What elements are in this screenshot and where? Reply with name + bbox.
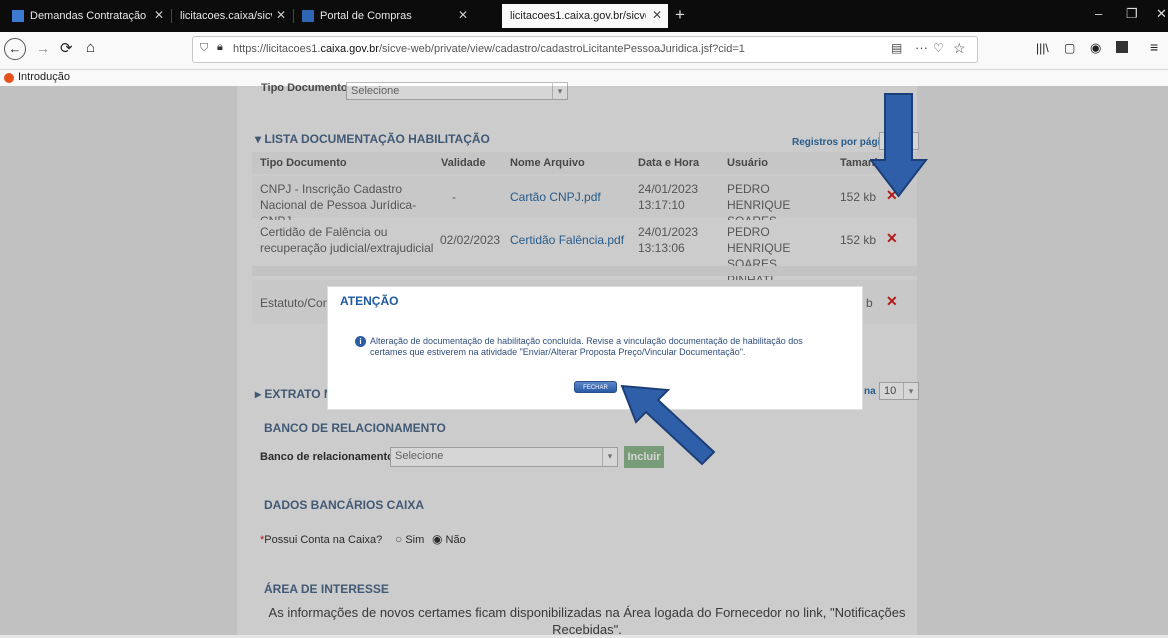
tab-demandas[interactable]: Demandas Contratação ✕ — [4, 4, 170, 28]
dialog-message: Alteração de documentação de habilitação… — [370, 336, 803, 357]
dialog-title: ATENÇÃO — [340, 294, 399, 308]
tab-bar: Demandas Contratação ✕ licitacoes.caixa/… — [0, 0, 1168, 32]
account-icon[interactable]: ◉ — [1090, 40, 1101, 56]
shield-icon[interactable]: ⛉ — [200, 42, 208, 55]
sidebar-icon[interactable]: ▢ — [1064, 41, 1075, 55]
extension-icon[interactable] — [1116, 41, 1128, 53]
page-icon — [302, 10, 314, 22]
url-bar[interactable]: ⛉ 🔒︎ https://licitacoes1.caixa.gov.br/si… — [192, 36, 978, 63]
tab-title: Demandas Contratação — [30, 10, 147, 22]
lock-icon[interactable]: 🔒︎ — [217, 41, 223, 54]
tab-licitacoes1-active[interactable]: licitacoes1.caixa.gov.br/sicve-web/ ✕ — [502, 4, 668, 28]
tab-title: licitacoes1.caixa.gov.br/sicve-web/ — [510, 10, 646, 22]
new-tab-button[interactable]: + — [675, 5, 685, 25]
firefox-icon — [4, 73, 14, 83]
navigation-bar: ← → ⟳ ⌂ ⛉ 🔒︎ https://licitacoes1.caixa.g… — [0, 32, 1168, 70]
tab-title: licitacoes.caixa/sicve-web/private/ — [180, 10, 272, 22]
attention-dialog: ATENÇÃO i Alteração de documentação de h… — [327, 286, 863, 410]
minimize-button[interactable]: – — [1095, 6, 1102, 21]
restore-button[interactable]: ❐ — [1126, 6, 1138, 22]
pocket-icon[interactable]: ♡ — [933, 41, 944, 55]
annotation-arrow-diagonal — [620, 384, 716, 466]
close-tab-icon[interactable]: ✕ — [652, 8, 662, 22]
bookmarks-bar: Introdução — [0, 70, 1168, 86]
tab-title: Portal de Compras — [320, 10, 412, 22]
home-icon[interactable]: ⌂ — [86, 39, 95, 56]
close-window-button[interactable]: ✕ — [1156, 6, 1167, 22]
reload-icon[interactable]: ⟳ — [60, 39, 73, 57]
reader-view-icon[interactable]: ▤ — [891, 41, 902, 55]
menu-icon[interactable]: ≡ — [1150, 39, 1158, 55]
back-arrow-icon[interactable]: ← — [4, 38, 26, 60]
close-tab-icon[interactable]: ✕ — [276, 8, 286, 22]
bookmark-introducao[interactable]: Introdução — [18, 71, 70, 83]
more-actions-icon[interactable]: ··· — [915, 40, 928, 55]
tab-portal-compras[interactable]: Portal de Compras ✕ — [294, 4, 474, 28]
forward-arrow-icon[interactable]: → — [36, 40, 50, 56]
bookmark-star-icon[interactable]: ☆ — [953, 40, 966, 57]
library-icon[interactable]: |||\ — [1036, 41, 1049, 55]
fechar-button[interactable]: FECHAR — [574, 381, 617, 393]
close-tab-icon[interactable]: ✕ — [154, 8, 164, 22]
close-tab-icon[interactable]: ✕ — [458, 8, 468, 22]
page-icon — [12, 10, 24, 22]
url-text: https://licitacoes1.caixa.gov.br/sicve-w… — [233, 43, 745, 55]
annotation-arrow-down — [870, 93, 929, 198]
info-icon: i — [355, 336, 366, 347]
tab-licitacoes[interactable]: licitacoes.caixa/sicve-web/private/ ✕ — [172, 4, 292, 28]
